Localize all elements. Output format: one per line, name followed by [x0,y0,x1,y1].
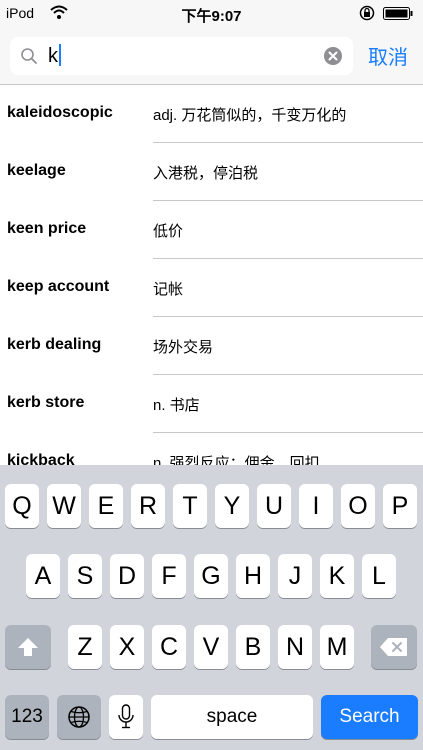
key-q[interactable]: Q [5,484,39,528]
shift-key[interactable] [5,625,51,669]
key-c[interactable]: C [152,625,186,669]
dictation-key[interactable] [109,695,143,739]
keyboard: Q W E R T Y U I O P A S D F G H J K L Z … [0,465,423,750]
result-list: kaleidoscopic adj. 万花筒似的，千变万化的 keelage 入… [0,85,423,465]
entry-term: keep account [7,278,110,295]
clear-icon[interactable] [323,46,343,66]
list-item[interactable]: kerb store n. 书店 [0,375,423,433]
key-t[interactable]: T [173,484,207,528]
key-x[interactable]: X [110,625,144,669]
entry-term: kickback [7,452,75,465]
list-item[interactable]: keelage 入港税，停泊税 [0,143,423,201]
key-a[interactable]: A [26,554,60,598]
key-y[interactable]: Y [215,484,249,528]
key-e[interactable]: E [89,484,123,528]
entry-definition: adj. 万花筒似的，千变万化的 [153,107,347,124]
list-item[interactable]: kaleidoscopic adj. 万花筒似的，千变万化的 [0,85,423,143]
list-item[interactable]: keep account 记帐 [0,259,423,317]
key-d[interactable]: D [110,554,144,598]
entry-definition: 场外交易 [153,339,214,356]
key-s[interactable]: S [68,554,102,598]
key-h[interactable]: H [236,554,270,598]
key-u[interactable]: U [257,484,291,528]
space-key[interactable]: space [151,695,313,739]
key-i[interactable]: I [299,484,333,528]
entry-definition: 低价 [153,223,184,240]
status-bar: iPod 下午9:07 [0,0,423,28]
shift-arrow-icon [18,638,38,656]
key-j[interactable]: J [278,554,312,598]
key-v[interactable]: V [194,625,228,669]
globe-icon [68,706,90,728]
entry-definition: n. 书店 [153,397,200,414]
search-bar: k 取消 [0,28,423,85]
search-icon [21,48,37,64]
key-b[interactable]: B [236,625,270,669]
search-key[interactable]: Search [321,695,418,739]
key-m[interactable]: M [320,625,354,669]
entry-term: keen price [7,220,87,237]
key-n[interactable]: N [278,625,312,669]
key-r[interactable]: R [131,484,165,528]
key-p[interactable]: P [383,484,417,528]
key-f[interactable]: F [152,554,186,598]
search-query: k [48,44,61,68]
entry-term: kerb store [7,394,85,411]
search-input[interactable]: k [10,37,353,75]
globe-key[interactable] [57,695,101,739]
entry-definition: 记帐 [153,281,184,298]
battery-icon [383,7,413,20]
delete-key[interactable] [371,625,417,669]
microphone-icon [118,704,134,729]
entry-definition: n. 强烈反应；佣金，回扣 [153,455,320,465]
entry-term: keelage [7,162,66,179]
entry-term: kerb dealing [7,336,102,353]
cancel-button[interactable]: 取消 [368,41,408,70]
key-g[interactable]: G [194,554,228,598]
rotation-lock-icon [359,5,375,21]
entry-definition: 入港税，停泊税 [153,165,259,182]
entry-term: kaleidoscopic [7,104,113,121]
list-item[interactable]: kickback n. 强烈反应；佣金，回扣 [0,433,423,465]
list-item[interactable]: keen price 低价 [0,201,423,259]
key-l[interactable]: L [362,554,396,598]
key-o[interactable]: O [341,484,375,528]
key-k[interactable]: K [320,554,354,598]
key-w[interactable]: W [47,484,81,528]
list-item[interactable]: kerb dealing 场外交易 [0,317,423,375]
backspace-icon [380,638,407,656]
key-z[interactable]: Z [68,625,102,669]
numbers-key[interactable]: 123 [5,695,49,739]
